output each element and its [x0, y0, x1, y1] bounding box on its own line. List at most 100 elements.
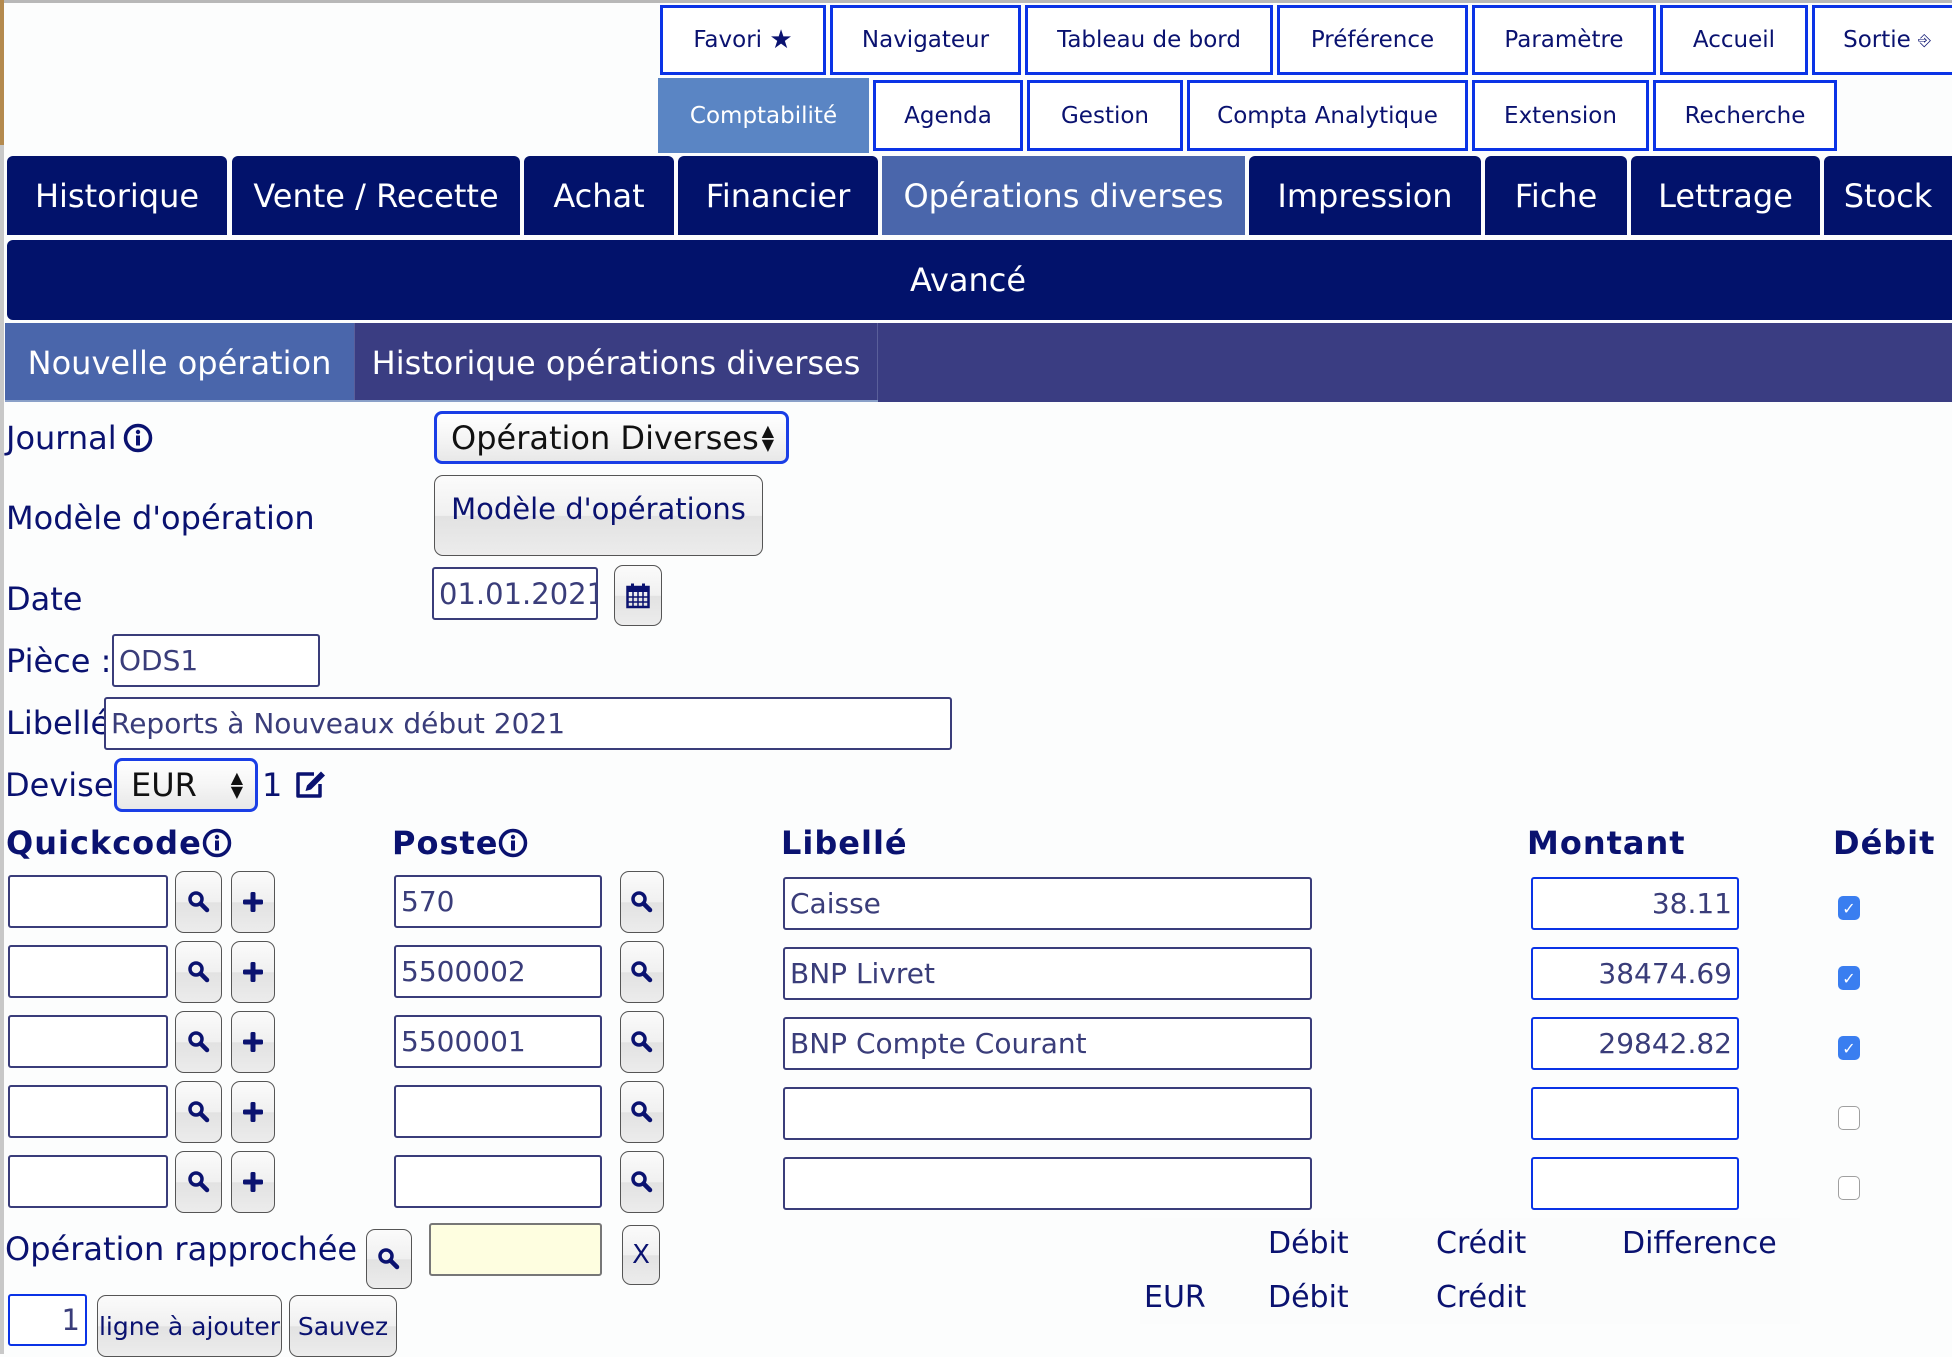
nav-parametre[interactable]: Paramètre: [1472, 5, 1656, 75]
tab-fiche[interactable]: Fiche: [1485, 156, 1627, 235]
tab-financier[interactable]: Financier: [678, 156, 878, 235]
line-libelle-input[interactable]: Caisse: [783, 877, 1312, 930]
date-input[interactable]: 01.01.2021: [432, 567, 598, 620]
poste-search-button[interactable]: [620, 1011, 664, 1073]
poste-search-button[interactable]: [620, 871, 664, 933]
libelle-input[interactable]: Reports à Nouveaux début 2021: [104, 697, 952, 750]
reconcile-input[interactable]: [429, 1223, 602, 1276]
reconcile-search-button[interactable]: [366, 1229, 412, 1289]
poste-input[interactable]: 570: [394, 875, 602, 928]
date-value: 01.01.2021: [439, 576, 598, 611]
quickcode-input[interactable]: [8, 1155, 168, 1208]
nav-comptabilite[interactable]: Comptabilité: [658, 78, 869, 153]
quickcode-search-button[interactable]: [175, 1081, 222, 1143]
debit-checkbox[interactable]: ✓: [1838, 896, 1860, 920]
search-icon: [187, 1170, 211, 1194]
nav-extension[interactable]: Extension: [1472, 80, 1649, 151]
devise-select-value: EUR: [131, 766, 197, 804]
totals-header-difference: Difference: [1622, 1226, 1777, 1261]
add-card-button[interactable]: [231, 1011, 275, 1073]
nav-favori[interactable]: Favori ★: [660, 5, 826, 75]
reconcile-clear-button[interactable]: X: [622, 1225, 660, 1285]
plus-icon: [242, 891, 264, 913]
nav-gestion[interactable]: Gestion: [1027, 80, 1183, 151]
add-lines-button[interactable]: ligne à ajouter: [97, 1295, 282, 1357]
add-card-button[interactable]: [231, 1151, 275, 1213]
piece-input[interactable]: ODS1: [112, 634, 320, 687]
poste-input[interactable]: 5500001: [394, 1015, 602, 1068]
quickcode-input[interactable]: [8, 945, 168, 998]
journal-select[interactable]: Opération Diverses ▲ ▼: [434, 411, 789, 464]
montant-input[interactable]: [1531, 1087, 1739, 1140]
tab-vente-recette[interactable]: Vente / Recette: [232, 156, 520, 235]
nav-label: Recherche: [1684, 102, 1806, 129]
edit-rate-icon[interactable]: [294, 770, 326, 800]
tab-operations-diverses[interactable]: Opérations diverses: [882, 156, 1245, 235]
debit-checkbox[interactable]: ✓: [1838, 1036, 1860, 1060]
debit-checkbox[interactable]: [1838, 1176, 1860, 1200]
exchange-rate: 1: [262, 766, 283, 804]
model-operations-button[interactable]: Modèle d'opérations: [434, 475, 763, 556]
tab-lettrage[interactable]: Lettrage: [1631, 156, 1820, 235]
montant-value: 38.11: [1651, 887, 1732, 920]
tab-historique[interactable]: Historique: [7, 156, 227, 235]
add-card-button[interactable]: [231, 1081, 275, 1143]
montant-input[interactable]: 38.11: [1531, 877, 1739, 930]
nav-accueil[interactable]: Accueil: [1660, 5, 1808, 75]
debit-checkbox[interactable]: [1838, 1106, 1860, 1130]
poste-search-button[interactable]: [620, 1151, 664, 1213]
nav-sortie[interactable]: Sortie ⎆: [1812, 5, 1952, 75]
quickcode-search-button[interactable]: [175, 1011, 222, 1073]
quickcode-search-button[interactable]: [175, 1151, 222, 1213]
advanced-menu-bar[interactable]: Avancé: [7, 240, 1952, 320]
tab-impression[interactable]: Impression: [1249, 156, 1481, 235]
nav-preference[interactable]: Préférence: [1277, 5, 1468, 75]
add-card-button[interactable]: [231, 871, 275, 933]
tab-stock[interactable]: Stock: [1824, 156, 1952, 235]
header-quickcode-text: Quickcode: [6, 824, 202, 862]
nav-tableau-de-bord[interactable]: Tableau de bord: [1025, 5, 1273, 75]
poste-value: 5500001: [401, 1025, 526, 1058]
tab-achat[interactable]: Achat: [524, 156, 674, 235]
libelle-value: Reports à Nouveaux début 2021: [111, 707, 566, 740]
info-icon[interactable]: [498, 828, 528, 858]
search-icon: [630, 960, 654, 984]
line-libelle-input[interactable]: BNP Livret: [783, 947, 1312, 1000]
quickcode-search-button[interactable]: [175, 871, 222, 933]
search-icon: [187, 1030, 211, 1054]
calendar-button[interactable]: [614, 565, 662, 626]
nav-compta-analytique[interactable]: Compta Analytique: [1187, 80, 1468, 151]
line-libelle-input[interactable]: [783, 1157, 1312, 1210]
devise-select[interactable]: EUR ▲ ▼: [114, 758, 258, 812]
quickcode-input[interactable]: [8, 1015, 168, 1068]
info-icon[interactable]: [202, 828, 232, 858]
montant-input[interactable]: 29842.82: [1531, 1017, 1739, 1070]
subtab-nouvelle-operation[interactable]: Nouvelle opération: [5, 323, 355, 402]
totals-credit: Crédit: [1436, 1280, 1527, 1315]
quickcode-search-button[interactable]: [175, 941, 222, 1003]
poste-input[interactable]: [394, 1085, 602, 1138]
poste-input[interactable]: [394, 1155, 602, 1208]
lines-count-input[interactable]: 1: [8, 1294, 87, 1346]
quickcode-input[interactable]: [8, 1085, 168, 1138]
line-libelle-value: BNP Compte Courant: [790, 1027, 1087, 1060]
line-libelle-input[interactable]: BNP Compte Courant: [783, 1017, 1312, 1070]
tab-label: Vente / Recette: [253, 176, 499, 215]
nav-navigateur[interactable]: Navigateur: [830, 5, 1021, 75]
info-icon[interactable]: [123, 423, 153, 453]
quickcode-input[interactable]: [8, 875, 168, 928]
montant-input[interactable]: 38474.69: [1531, 947, 1739, 1000]
save-button[interactable]: Sauvez: [289, 1295, 397, 1357]
debit-checkbox[interactable]: ✓: [1838, 966, 1860, 990]
plus-icon: [242, 1031, 264, 1053]
line-libelle-input[interactable]: [783, 1087, 1312, 1140]
montant-input[interactable]: [1531, 1157, 1739, 1210]
poste-search-button[interactable]: [620, 941, 664, 1003]
poste-search-button[interactable]: [620, 1081, 664, 1143]
plus-icon: [242, 1171, 264, 1193]
add-card-button[interactable]: [231, 941, 275, 1003]
nav-agenda[interactable]: Agenda: [873, 80, 1023, 151]
poste-input[interactable]: 5500002: [394, 945, 602, 998]
nav-recherche[interactable]: Recherche: [1653, 80, 1837, 151]
subtab-historique-operations[interactable]: Historique opérations diverses: [355, 323, 878, 402]
